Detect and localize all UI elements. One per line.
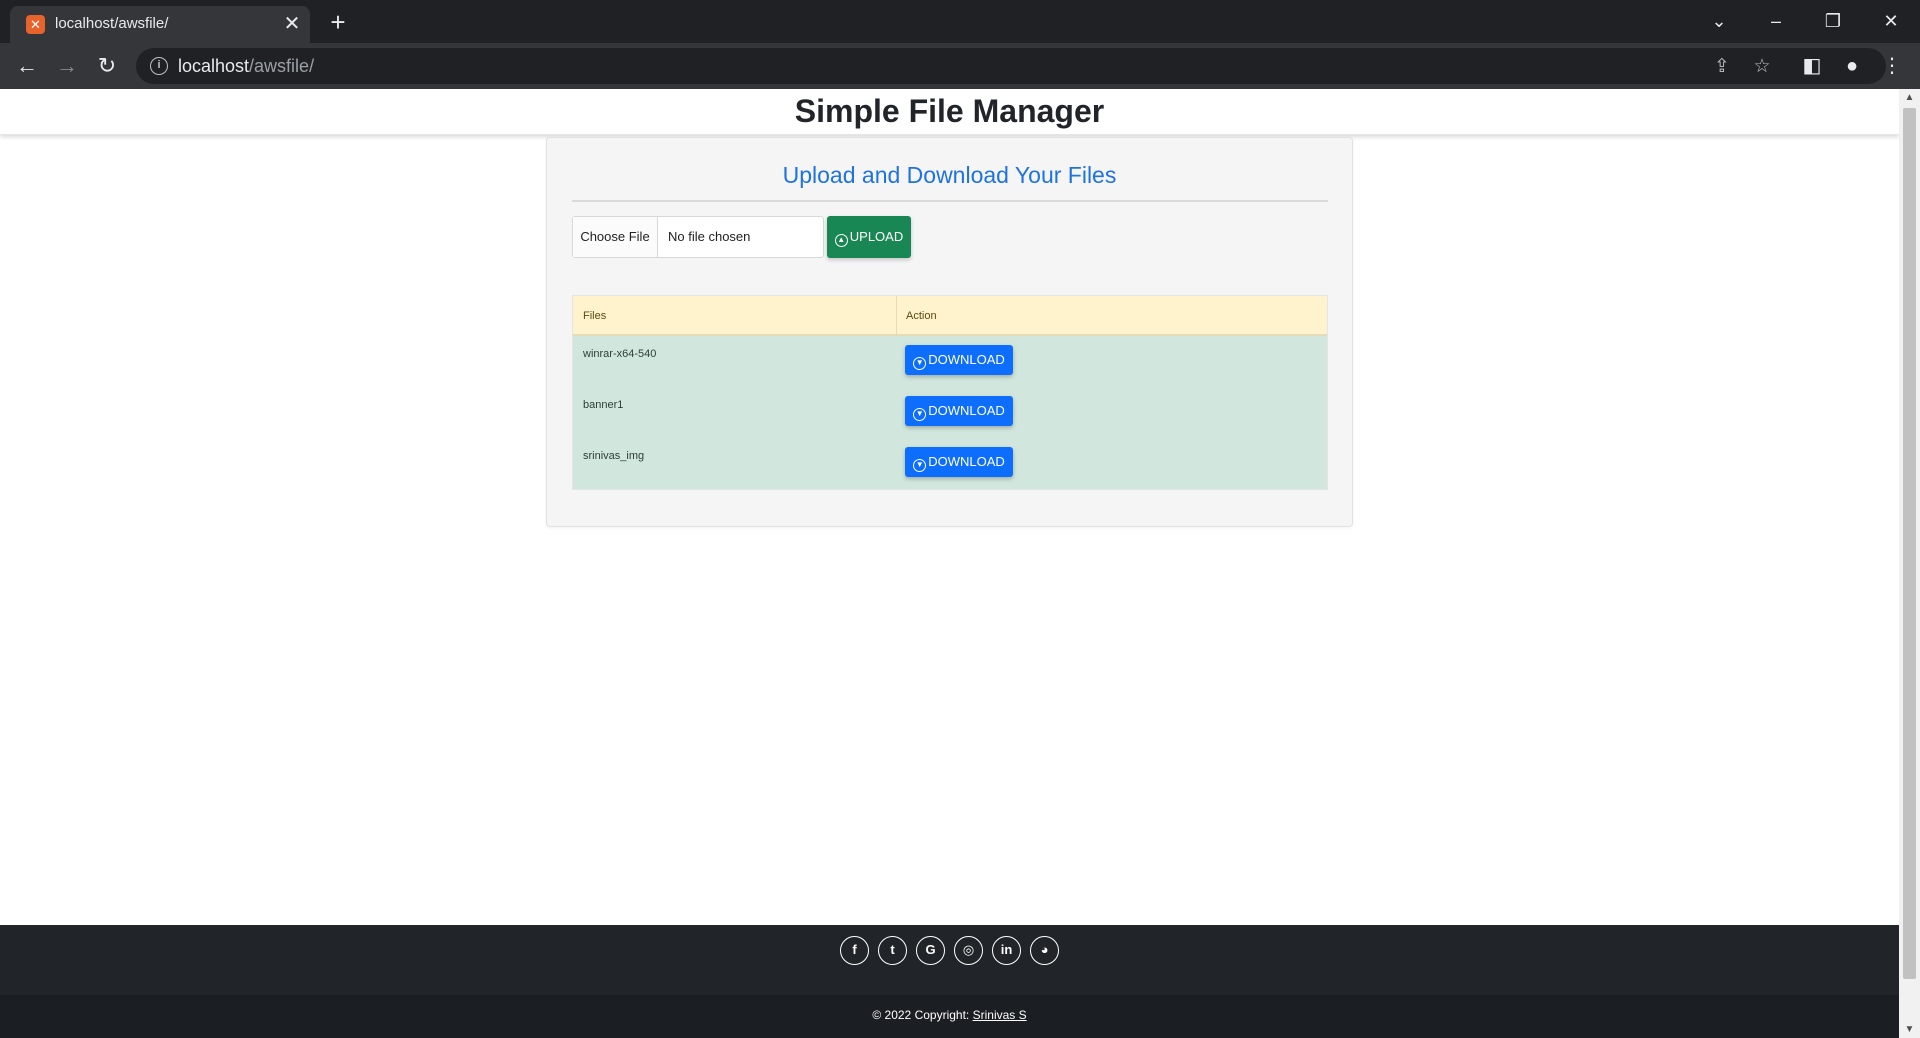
column-header-files: Files — [583, 310, 607, 322]
table-row: banner1 ▼ DOWNLOAD — [573, 387, 1327, 438]
linkedin-icon[interactable]: in — [992, 936, 1021, 965]
page-viewport: Simple File Manager Upload and Download … — [0, 89, 1899, 1038]
download-button[interactable]: ▼ DOWNLOAD — [905, 345, 1013, 375]
file-manager-card: Upload and Download Your Files Choose Fi… — [546, 137, 1353, 527]
site-header: Simple File Manager — [0, 89, 1899, 135]
tab-search-icon[interactable]: ⌄ — [1701, 6, 1737, 36]
copyright-text: © 2022 Copyright: Srinivas S — [0, 1008, 1899, 1022]
side-panel-icon[interactable]: ◧ — [1798, 52, 1826, 80]
choose-file-button[interactable]: Choose File — [573, 217, 658, 257]
browser-toolbar: ← → ↻ i localhost/awsfile/ ⇪ ☆ ◧ ● ⋮ — [0, 43, 1920, 89]
new-tab-icon[interactable]: + — [324, 8, 352, 36]
bookmark-star-icon[interactable]: ☆ — [1750, 55, 1774, 79]
files-table: Files Action winrar-x64-540 ▼ DOWNLOAD ba… — [572, 295, 1328, 490]
forward-icon[interactable]: → — [51, 50, 83, 82]
menu-kebab-icon[interactable]: ⋮ — [1878, 52, 1906, 80]
file-name-cell: winrar-x64-540 — [583, 348, 657, 360]
download-icon: ▼ — [913, 459, 927, 472]
browser-tab-bar: ✕ localhost/awsfile/ ✕ + ⌄ – ❐ ✕ — [0, 0, 1920, 43]
browser-tab[interactable]: ✕ localhost/awsfile/ ✕ — [10, 6, 310, 43]
address-bar[interactable]: i localhost/awsfile/ ⇪ ☆ — [136, 48, 1886, 84]
heading-divider — [572, 200, 1328, 202]
page-scrollbar[interactable]: ▲ ▼ — [1899, 89, 1920, 1038]
page-title: Simple File Manager — [794, 93, 1105, 129]
social-links: f t G ◎ in ◕ — [0, 936, 1899, 966]
minimize-icon[interactable]: – — [1758, 6, 1794, 36]
copyright-author-link[interactable]: Srinivas S — [973, 1008, 1027, 1022]
column-header-action: Action — [906, 310, 937, 322]
scroll-up-icon[interactable]: ▲ — [1899, 89, 1920, 106]
site-footer: f t G ◎ in ◕ © 2022 Copyright: Srinivas S — [0, 925, 1899, 1038]
url-text[interactable]: localhost/awsfile/ — [178, 56, 314, 77]
download-icon: ▼ — [913, 357, 927, 370]
xampp-icon: ✕ — [26, 15, 45, 34]
upload-label: UPLOAD — [849, 229, 904, 244]
tab-title: localhost/awsfile/ — [55, 15, 169, 32]
share-icon[interactable]: ⇪ — [1710, 55, 1734, 79]
profile-icon[interactable]: ● — [1838, 52, 1866, 80]
column-divider — [896, 296, 897, 336]
table-body: winrar-x64-540 ▼ DOWNLOAD banner1 ▼ DOWNLO… — [573, 336, 1327, 489]
upload-icon: ▲ — [834, 234, 848, 247]
close-window-icon[interactable]: ✕ — [1873, 6, 1909, 36]
card-heading: Upload and Download Your Files — [782, 162, 1117, 188]
scrollbar-thumb[interactable] — [1903, 108, 1916, 979]
copyright-prefix: © 2022 Copyright: — [872, 1008, 970, 1022]
table-row: winrar-x64-540 ▼ DOWNLOAD — [573, 336, 1327, 387]
file-name-cell: srinivas_img — [583, 450, 645, 462]
scroll-down-icon[interactable]: ▼ — [1899, 1021, 1920, 1038]
url-path: /awsfile/ — [249, 56, 315, 76]
google-icon[interactable]: G — [916, 936, 945, 965]
site-info-icon[interactable]: i — [150, 57, 168, 75]
download-button[interactable]: ▼ DOWNLOAD — [905, 447, 1013, 477]
download-label: DOWNLOAD — [928, 352, 1005, 367]
table-header-row: Files Action — [573, 296, 1327, 336]
download-button[interactable]: ▼ DOWNLOAD — [905, 396, 1013, 426]
footer-copyright-bar: © 2022 Copyright: Srinivas S — [0, 995, 1899, 1038]
twitter-icon[interactable]: t — [878, 936, 907, 965]
file-name-cell: banner1 — [583, 399, 624, 411]
upload-button[interactable]: ▲ UPLOAD — [827, 216, 911, 258]
instagram-icon[interactable]: ◎ — [954, 936, 983, 965]
back-icon[interactable]: ← — [11, 50, 43, 82]
file-status-text: No file chosen — [668, 229, 751, 244]
download-label: DOWNLOAD — [928, 403, 1005, 418]
url-host: localhost — [178, 56, 250, 76]
github-icon[interactable]: ◕ — [1030, 936, 1059, 965]
download-label: DOWNLOAD — [928, 454, 1005, 469]
file-input[interactable]: Choose File No file chosen — [572, 216, 824, 258]
table-row: srinivas_img ▼ DOWNLOAD — [573, 438, 1327, 489]
download-icon: ▼ — [913, 408, 927, 421]
reload-icon[interactable]: ↻ — [91, 50, 123, 82]
close-tab-icon[interactable]: ✕ — [280, 12, 304, 36]
restore-icon[interactable]: ❐ — [1815, 6, 1851, 36]
facebook-icon[interactable]: f — [840, 936, 869, 965]
